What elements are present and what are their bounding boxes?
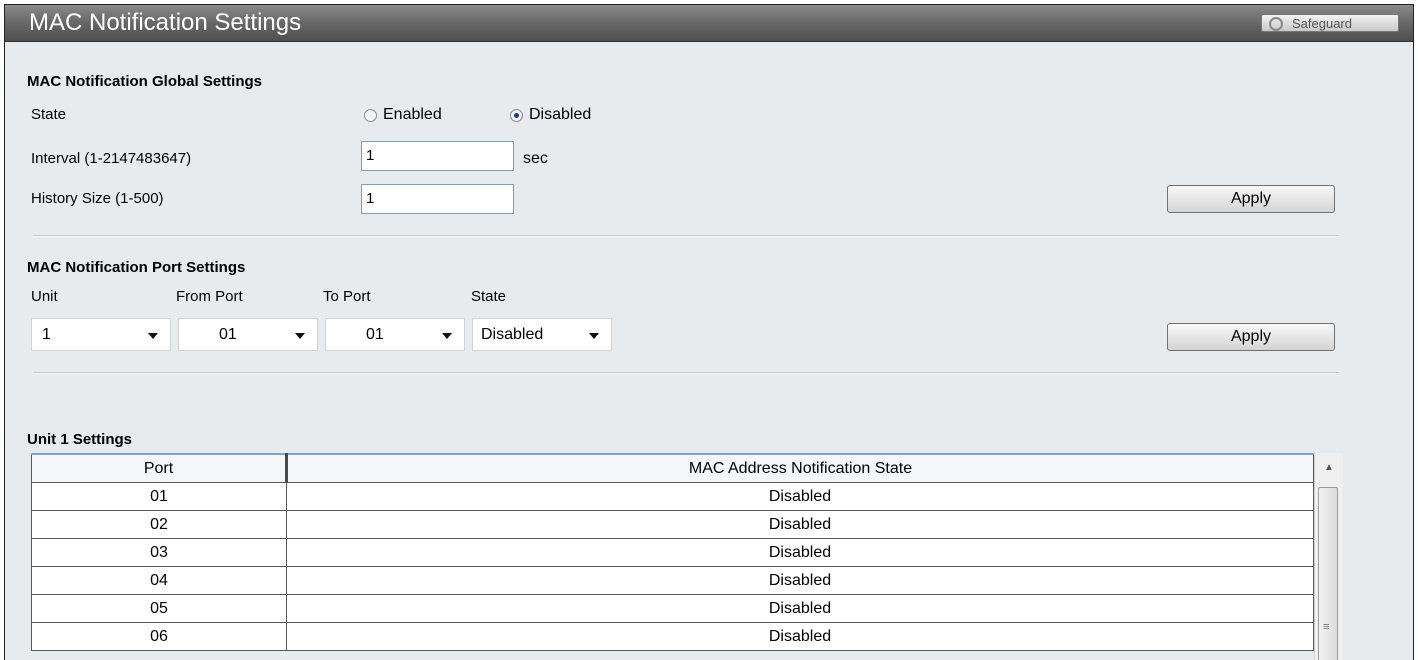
global-settings-title: MAC Notification Global Settings [27, 73, 262, 90]
main-panel: MAC Notification Settings Safeguard MAC … [4, 4, 1414, 660]
from-port-select-value: 01 [219, 326, 237, 343]
port-settings-title: MAC Notification Port Settings [27, 259, 246, 276]
table-row: 06 Disabled [31, 622, 1314, 651]
unit-column-label: Unit [31, 288, 58, 305]
radio-circle-checked [510, 108, 523, 122]
port-cell: 03 [31, 538, 287, 567]
from-port-select[interactable]: 01 [178, 318, 318, 351]
grip-icon: ≡ [1323, 621, 1330, 633]
table-row: 04 Disabled [31, 566, 1314, 595]
divider [33, 372, 1339, 374]
scroll-up-arrow-icon[interactable]: ▲ [1315, 453, 1343, 483]
history-size-input[interactable]: 1 [361, 184, 514, 214]
unit-settings-table: Port MAC Address Notification State 01 D… [31, 453, 1314, 651]
chevron-down-icon [589, 333, 599, 339]
port-cell: 01 [31, 482, 287, 511]
to-port-select[interactable]: 01 [325, 318, 465, 351]
port-cell: 04 [31, 566, 287, 595]
table-scrollbar[interactable]: ▲ ≡ [1314, 453, 1343, 660]
state-enabled-radio[interactable]: Enabled [364, 106, 442, 124]
disabled-label: Disabled [529, 106, 592, 123]
state-cell: Disabled [286, 594, 1314, 623]
page-title: MAC Notification Settings [29, 9, 302, 36]
notification-state-column-header: MAC Address Notification State [286, 453, 1314, 483]
global-apply-button[interactable]: Apply [1167, 185, 1335, 213]
port-column-header: Port [31, 453, 288, 483]
title-bar: MAC Notification Settings Safeguard [5, 5, 1413, 42]
state-column-label: State [471, 288, 507, 305]
state-cell: Disabled [286, 622, 1314, 651]
table-header-row: Port MAC Address Notification State [31, 453, 1314, 483]
scrollbar-thumb[interactable]: ≡ [1318, 487, 1338, 660]
table-row: 05 Disabled [31, 594, 1314, 623]
state-cell: Disabled [286, 482, 1314, 511]
interval-input[interactable]: 1 [361, 141, 514, 171]
to-port-column-label: To Port [323, 288, 371, 305]
interval-label: Interval (1-2147483647) [31, 150, 192, 167]
chevron-down-icon [295, 333, 305, 339]
state-select[interactable]: Disabled [472, 318, 612, 351]
chevron-down-icon [442, 333, 452, 339]
enabled-label: Enabled [383, 106, 442, 123]
unit-select-value: 1 [42, 326, 51, 343]
interval-unit: sec [523, 150, 548, 167]
state-cell: Disabled [286, 566, 1314, 595]
safeguard-button[interactable]: Safeguard [1261, 14, 1399, 32]
state-cell: Disabled [286, 538, 1314, 567]
history-size-label: History Size (1-500) [31, 190, 164, 207]
state-cell: Disabled [286, 510, 1314, 539]
port-cell: 06 [31, 622, 287, 651]
state-disabled-radio[interactable]: Disabled [510, 106, 591, 124]
port-cell: 05 [31, 594, 287, 623]
to-port-select-value: 01 [366, 326, 384, 343]
radio-circle [364, 108, 377, 122]
divider [33, 235, 1339, 237]
table-row: 02 Disabled [31, 510, 1314, 539]
state-label: State [31, 106, 67, 123]
safeguard-label: Safeguard [1292, 16, 1352, 31]
unit-select[interactable]: 1 [31, 318, 171, 351]
unit-table-title: Unit 1 Settings [27, 431, 133, 448]
from-port-column-label: From Port [176, 288, 243, 305]
power-icon [1269, 17, 1283, 31]
table-row: 01 Disabled [31, 482, 1314, 511]
port-cell: 02 [31, 510, 287, 539]
chevron-down-icon [148, 333, 158, 339]
state-select-value: Disabled [481, 326, 544, 343]
port-apply-button[interactable]: Apply [1167, 323, 1335, 351]
table-row: 03 Disabled [31, 538, 1314, 567]
